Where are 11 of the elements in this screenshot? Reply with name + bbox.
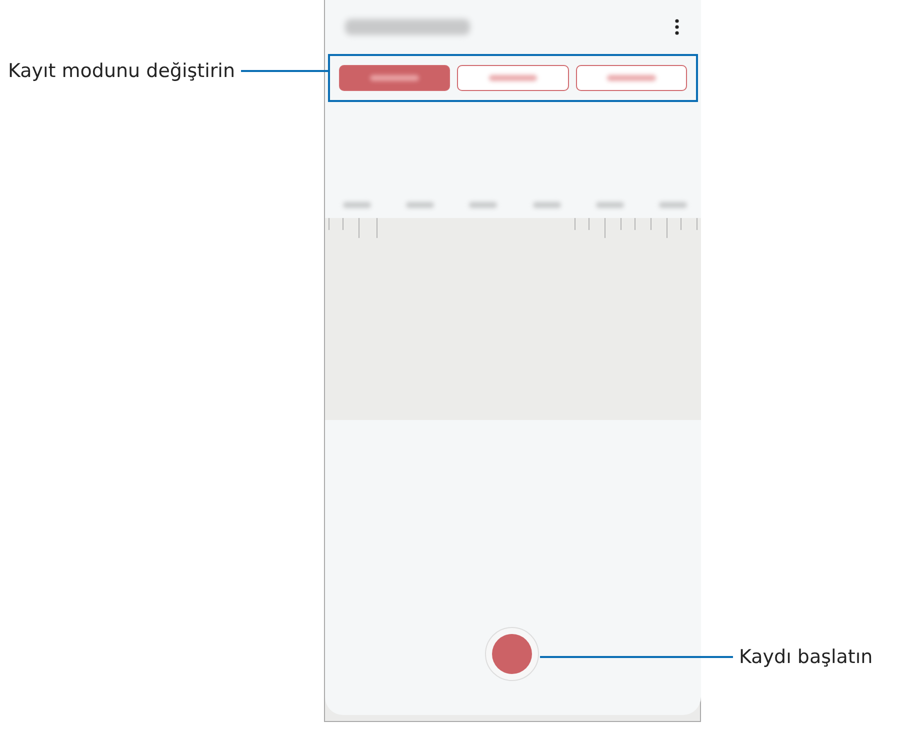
- blurred-time-label: [658, 202, 687, 208]
- blurred-time-label: [406, 202, 434, 208]
- callout-label: Kayıt modunu değiştirin: [8, 60, 235, 82]
- blurred-time-label: [596, 202, 624, 208]
- callout-label: Kaydı başlatın: [739, 646, 873, 668]
- mode-button[interactable]: [457, 65, 569, 91]
- more-options-icon[interactable]: [675, 19, 679, 35]
- mode-button[interactable]: [576, 65, 687, 91]
- blurred-time-label: [469, 202, 498, 208]
- blurred-time-label: [532, 202, 561, 208]
- blurred-time-label: [343, 202, 371, 208]
